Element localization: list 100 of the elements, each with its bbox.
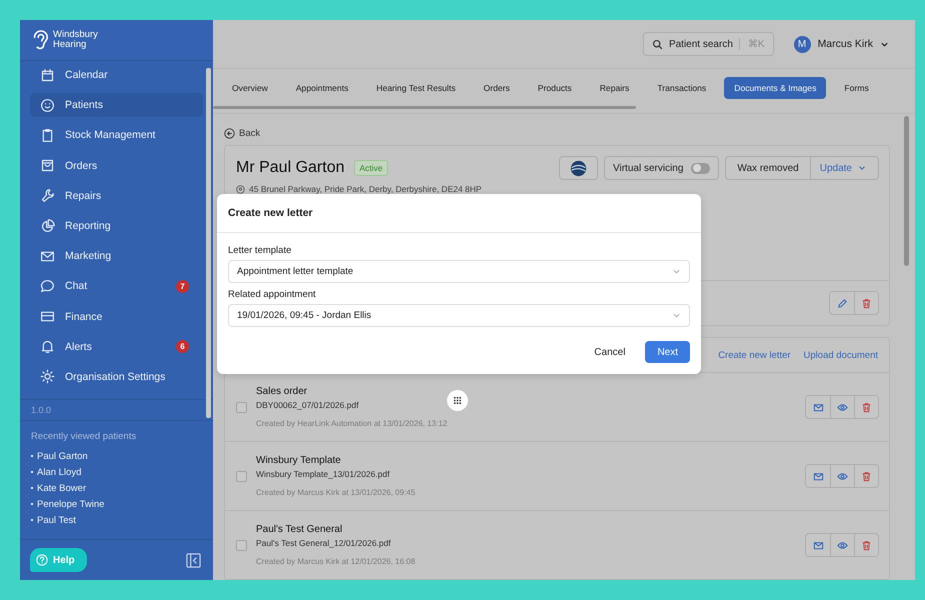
nav-item[interactable]: Repairs xyxy=(30,184,203,208)
tab[interactable]: Orders xyxy=(474,77,520,99)
search-label: Patient search xyxy=(668,38,733,50)
patient-name: Mr Paul Garton xyxy=(236,159,344,177)
nav-label: Finance xyxy=(65,310,104,323)
tab[interactable]: Documents & Images xyxy=(724,77,826,99)
chevron-down-icon xyxy=(672,267,681,276)
grid-dots-icon xyxy=(453,396,462,405)
trash-icon xyxy=(861,298,872,308)
nav-label: Chat xyxy=(65,280,88,292)
select-field[interactable]: Appointment letter template xyxy=(228,260,690,283)
ear-logo-icon xyxy=(31,28,49,52)
field-label: Related appointment xyxy=(228,289,317,300)
wrench-icon xyxy=(40,188,55,204)
tab[interactable]: Transactions xyxy=(647,77,716,99)
toggle-switch[interactable] xyxy=(691,162,710,174)
mail-icon xyxy=(812,402,824,412)
nav-item[interactable]: Orders xyxy=(30,154,203,178)
mail-icon xyxy=(812,540,824,550)
patient-address: 45 Brunel Parkway, Pride Park, Derby, Derbyshire, DE24 8HP xyxy=(249,184,482,194)
tab[interactable]: Repairs xyxy=(590,77,640,99)
back-arrow-icon xyxy=(224,128,235,138)
nav-item[interactable]: Calendar xyxy=(30,63,203,88)
help-icon xyxy=(36,554,48,566)
nav-item[interactable]: Chat 7 xyxy=(30,274,203,298)
device-logo-button[interactable] xyxy=(559,156,598,180)
tab[interactable]: Products xyxy=(528,77,582,99)
delete-button[interactable] xyxy=(854,292,878,314)
nav-label: Reporting xyxy=(65,220,112,232)
nav-label: Alerts xyxy=(65,340,93,353)
row-checkbox[interactable] xyxy=(236,470,247,482)
user-avatar: M xyxy=(794,36,811,52)
search-icon xyxy=(652,38,663,50)
document-title: Paul's Test General xyxy=(256,524,342,535)
collapse-sidebar-icon[interactable] xyxy=(186,552,201,568)
select-field[interactable]: 19/01/2026, 09:45 - Jordan Ellis xyxy=(228,304,690,327)
nav-item[interactable]: Patients xyxy=(30,93,203,118)
recent-patient-link[interactable]: Alan Lloyd xyxy=(37,466,82,478)
delete-button[interactable] xyxy=(854,465,878,487)
nav-item[interactable]: Marketing xyxy=(30,244,203,268)
document-action-link[interactable]: Create new letter xyxy=(718,350,791,360)
status-badge: Active xyxy=(354,160,388,176)
nav-item[interactable]: Organisation Settings xyxy=(30,364,203,390)
document-meta: Created by Marcus Kirk at 13/01/2026, 09:45 xyxy=(256,488,416,497)
recent-patient-link[interactable]: Paul Garton xyxy=(37,450,88,462)
nav-label: Organisation Settings xyxy=(65,370,166,383)
trash-icon xyxy=(861,540,872,550)
nav-label: Orders xyxy=(65,160,98,172)
nav-label: Calendar xyxy=(65,69,109,82)
recent-patient-link[interactable]: Penelope Twine xyxy=(37,498,104,510)
gear-icon xyxy=(40,369,55,384)
scrollbar-thumb[interactable] xyxy=(904,116,909,266)
nav-label: Marketing xyxy=(65,250,112,262)
brand-name: Windsbury Hearing xyxy=(53,30,98,50)
nav-item[interactable]: Reporting xyxy=(30,214,203,238)
user-name: Marcus Kirk xyxy=(818,38,873,50)
nav-item[interactable]: Alerts 6 xyxy=(30,334,203,359)
patient-search-button[interactable]: Patient search ⌘K xyxy=(642,32,774,56)
bell-icon xyxy=(40,339,55,354)
document-filename: DBY00062_07/01/2026.pdf xyxy=(256,400,359,410)
recent-title: Recently viewed patients xyxy=(31,431,138,442)
eye-icon xyxy=(837,470,848,482)
toggle-label: Virtual servicing xyxy=(613,162,684,174)
shortcut-hint: ⌘K xyxy=(738,38,765,50)
nav-item[interactable]: Stock Management xyxy=(30,123,203,148)
tab[interactable]: Overview xyxy=(222,77,278,99)
wax-status: Wax removed xyxy=(726,157,811,179)
user-menu[interactable]: M Marcus Kirk xyxy=(788,34,895,54)
nav-label: Stock Management xyxy=(65,129,156,142)
pencil-icon xyxy=(836,298,848,308)
calendar-icon xyxy=(40,68,55,83)
row-checkbox[interactable] xyxy=(236,540,247,550)
tab[interactable]: Hearing Test Results xyxy=(366,77,466,99)
tab[interactable]: Forms xyxy=(834,77,879,99)
delete-button[interactable] xyxy=(854,534,878,556)
mail-icon xyxy=(812,470,824,482)
count-badge: 6 xyxy=(176,340,189,354)
back-link[interactable]: Back xyxy=(224,126,890,140)
globe-logo-icon xyxy=(570,160,588,176)
document-filename: Winsbury Template_13/01/2026.pdf xyxy=(256,469,390,479)
nav-item[interactable]: Finance xyxy=(30,304,203,329)
pie-icon xyxy=(40,218,55,234)
eye-icon xyxy=(837,402,848,412)
next-button[interactable]: Next xyxy=(645,341,690,363)
count-badge: 7 xyxy=(176,280,189,293)
chat-icon xyxy=(40,278,55,294)
nav-label: Patients xyxy=(65,99,104,112)
document-meta: Created by HearLink Automation at 13/01/2026, 13:12 xyxy=(256,419,448,428)
field-label: Letter template xyxy=(228,245,292,256)
delete-button[interactable] xyxy=(854,396,878,418)
document-title: Sales order xyxy=(256,386,308,397)
trash-icon xyxy=(861,402,872,412)
scrollbar-thumb[interactable] xyxy=(213,106,636,109)
document-action-link[interactable]: Upload document xyxy=(804,350,878,360)
recent-patient-link[interactable]: Paul Test xyxy=(37,514,76,526)
update-dropdown[interactable]: Update xyxy=(810,162,878,174)
eye-icon xyxy=(837,540,848,550)
tab[interactable]: Appointments xyxy=(286,77,358,99)
recent-patient-link[interactable]: Kate Bower xyxy=(37,482,86,494)
row-checkbox[interactable] xyxy=(236,402,247,412)
